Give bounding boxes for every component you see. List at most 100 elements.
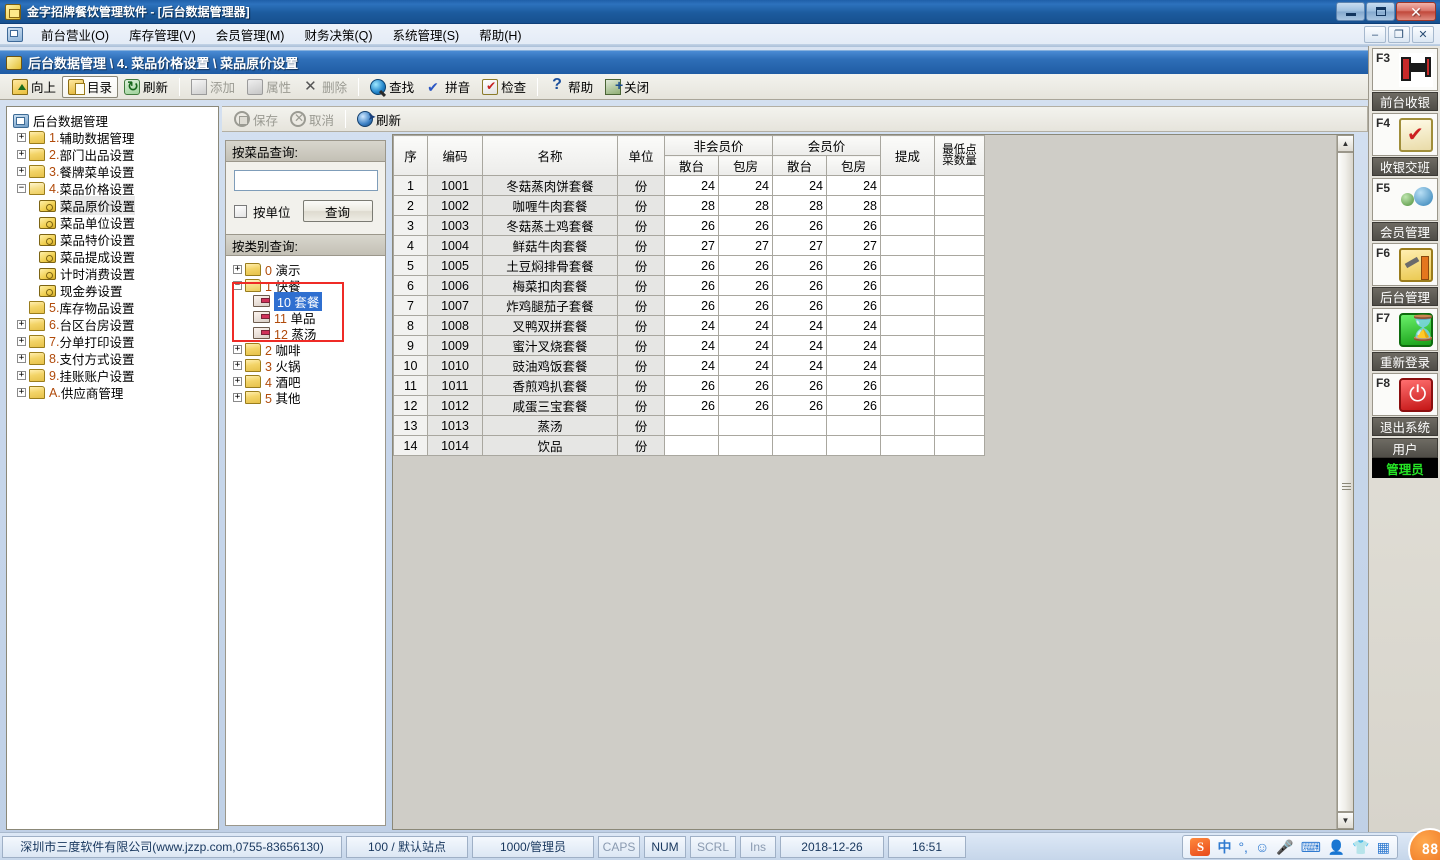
- tree-item-14[interactable]: +9. 挂账账户设置: [11, 367, 218, 384]
- cell-nonmember-hall[interactable]: 26: [664, 395, 719, 416]
- cell-member-hall[interactable]: 26: [772, 215, 827, 236]
- cell-code[interactable]: 1004: [427, 235, 483, 256]
- cell-nonmember-hall[interactable]: 26: [664, 255, 719, 276]
- expand-icon[interactable]: +: [17, 388, 26, 397]
- cell-min-qty[interactable]: [934, 375, 985, 396]
- cell-name[interactable]: 豉油鸡饭套餐: [482, 355, 618, 376]
- cell-member-hall[interactable]: 26: [772, 375, 827, 396]
- cell-min-qty[interactable]: [934, 335, 985, 356]
- function-button-shift[interactable]: F4: [1372, 113, 1438, 156]
- cell-member-hall[interactable]: [772, 435, 827, 456]
- cell-member-hall[interactable]: 26: [772, 395, 827, 416]
- cell-nonmember-room[interactable]: 28: [718, 195, 773, 216]
- collapse-icon[interactable]: −: [233, 280, 242, 290]
- expand-icon[interactable]: +: [233, 376, 242, 386]
- apps-icon[interactable]: ▦: [1377, 840, 1390, 854]
- cell-unit[interactable]: 份: [617, 175, 665, 196]
- cell-name[interactable]: 土豆焖排骨套餐: [482, 255, 618, 276]
- cell-member-room[interactable]: [826, 415, 881, 436]
- cell-name[interactable]: 冬菇蒸土鸡套餐: [482, 215, 618, 236]
- cell-member-room[interactable]: 28: [826, 195, 881, 216]
- cell-code[interactable]: 1008: [427, 315, 483, 336]
- menu-item-front-desk[interactable]: 前台营业(O): [31, 23, 119, 46]
- cell-nonmember-hall[interactable]: 24: [664, 335, 719, 356]
- cell-name[interactable]: 梅菜扣肉套餐: [482, 275, 618, 296]
- sogou-logo-icon[interactable]: S: [1190, 837, 1211, 856]
- cell-member-room[interactable]: 27: [826, 235, 881, 256]
- cell-seq[interactable]: 8: [393, 315, 428, 336]
- scroll-down-button[interactable]: ▼: [1337, 812, 1353, 829]
- cell-min-qty[interactable]: [934, 175, 985, 196]
- cell-unit[interactable]: 份: [617, 215, 665, 236]
- table-row[interactable]: 8 1008 叉鸭双拼套餐份 24 24 24 24: [393, 315, 985, 336]
- cell-seq[interactable]: 1: [393, 175, 428, 196]
- cell-unit[interactable]: 份: [617, 335, 665, 356]
- tree-item-7[interactable]: 菜品提成设置: [11, 248, 218, 265]
- cell-code[interactable]: 1001: [427, 175, 483, 196]
- cell-unit[interactable]: 份: [617, 195, 665, 216]
- toolbar-button-help[interactable]: 帮助: [543, 76, 599, 98]
- cell-unit[interactable]: 份: [617, 355, 665, 376]
- table-row[interactable]: 11 1011 香煎鸡扒套餐份 26 26 26 26: [393, 375, 985, 396]
- function-button-cashier[interactable]: F3: [1372, 48, 1438, 91]
- window-maximize-button[interactable]: [1366, 2, 1395, 21]
- tree-item-5[interactable]: 菜品单位设置: [11, 214, 218, 231]
- expand-icon[interactable]: +: [17, 320, 26, 329]
- cell-seq[interactable]: 5: [393, 255, 428, 276]
- cell-member-room[interactable]: 26: [826, 395, 881, 416]
- dish-price-grid-area[interactable]: 序 编码 名称 单位 非会员价 会员价 提成 最低点菜数量 散台 包房 散台 包…: [392, 134, 1354, 830]
- cell-min-qty[interactable]: [934, 215, 985, 236]
- category-item-7[interactable]: +4 酒吧: [231, 373, 385, 390]
- user-icon[interactable]: 👤: [1328, 840, 1345, 854]
- emoji-icon[interactable]: ☺: [1255, 840, 1269, 854]
- cell-nonmember-room[interactable]: 26: [718, 275, 773, 296]
- cell-member-room[interactable]: 26: [826, 275, 881, 296]
- function-button-exit[interactable]: F8: [1372, 373, 1438, 416]
- expand-icon[interactable]: +: [17, 167, 26, 176]
- cell-nonmember-room[interactable]: 24: [718, 315, 773, 336]
- tree-item-10[interactable]: 5. 库存物品设置: [11, 299, 218, 316]
- tree-item-2[interactable]: +3. 餐牌菜单设置: [11, 163, 218, 180]
- cell-code[interactable]: 1005: [427, 255, 483, 276]
- table-row[interactable]: 2 1002 咖喱牛肉套餐份 28 28 28 28: [393, 195, 985, 216]
- record-refresh-button[interactable]: 刷新: [351, 108, 407, 130]
- table-row[interactable]: 1 1001 冬菇蒸肉饼套餐份 24 24 24 24: [393, 175, 985, 196]
- cell-unit[interactable]: 份: [617, 295, 665, 316]
- ime-mode-chinese-icon[interactable]: 中: [1217, 840, 1231, 854]
- cell-commission[interactable]: [880, 355, 935, 376]
- cell-seq[interactable]: 12: [393, 395, 428, 416]
- cell-member-hall[interactable]: 26: [772, 295, 827, 316]
- cell-name[interactable]: 叉鸭双拼套餐: [482, 315, 618, 336]
- cell-unit[interactable]: 份: [617, 255, 665, 276]
- cell-min-qty[interactable]: [934, 395, 985, 416]
- cell-name[interactable]: 炸鸡腿茄子套餐: [482, 295, 618, 316]
- cell-nonmember-hall[interactable]: [664, 415, 719, 436]
- cell-name[interactable]: 鲜菇牛肉套餐: [482, 235, 618, 256]
- toolbar-button-find[interactable]: 查找: [364, 76, 420, 98]
- cell-nonmember-room[interactable]: [718, 435, 773, 456]
- microphone-icon[interactable]: 🎤: [1276, 840, 1293, 854]
- cell-nonmember-hall[interactable]: 24: [664, 355, 719, 376]
- cell-code[interactable]: 1013: [427, 415, 483, 436]
- cell-min-qty[interactable]: [934, 235, 985, 256]
- table-row[interactable]: 3 1003 冬菇蒸土鸡套餐份 26 26 26 26: [393, 215, 985, 236]
- cell-nonmember-room[interactable]: 26: [718, 395, 773, 416]
- toolbar-button-close[interactable]: 关闭: [599, 76, 655, 98]
- tree-item-9[interactable]: 现金券设置: [11, 282, 218, 299]
- collapse-icon[interactable]: −: [17, 184, 26, 193]
- cell-min-qty[interactable]: [934, 435, 985, 456]
- cell-commission[interactable]: [880, 175, 935, 196]
- cell-member-hall[interactable]: 24: [772, 175, 827, 196]
- expand-icon[interactable]: +: [17, 133, 26, 142]
- tree-root-node[interactable]: 后台数据管理: [11, 112, 218, 129]
- cell-name[interactable]: 饮品: [482, 435, 618, 456]
- cell-code[interactable]: 1012: [427, 395, 483, 416]
- cell-nonmember-hall[interactable]: 26: [664, 275, 719, 296]
- expand-icon[interactable]: +: [17, 150, 26, 159]
- cell-nonmember-hall[interactable]: 24: [664, 315, 719, 336]
- mdi-close-button[interactable]: ✕: [1412, 26, 1434, 43]
- keyboard-icon[interactable]: ⌨: [1301, 840, 1321, 854]
- cell-min-qty[interactable]: [934, 255, 985, 276]
- category-item-4[interactable]: 12 蒸汤: [231, 325, 385, 342]
- table-row[interactable]: 14 1014 饮品份: [393, 435, 985, 456]
